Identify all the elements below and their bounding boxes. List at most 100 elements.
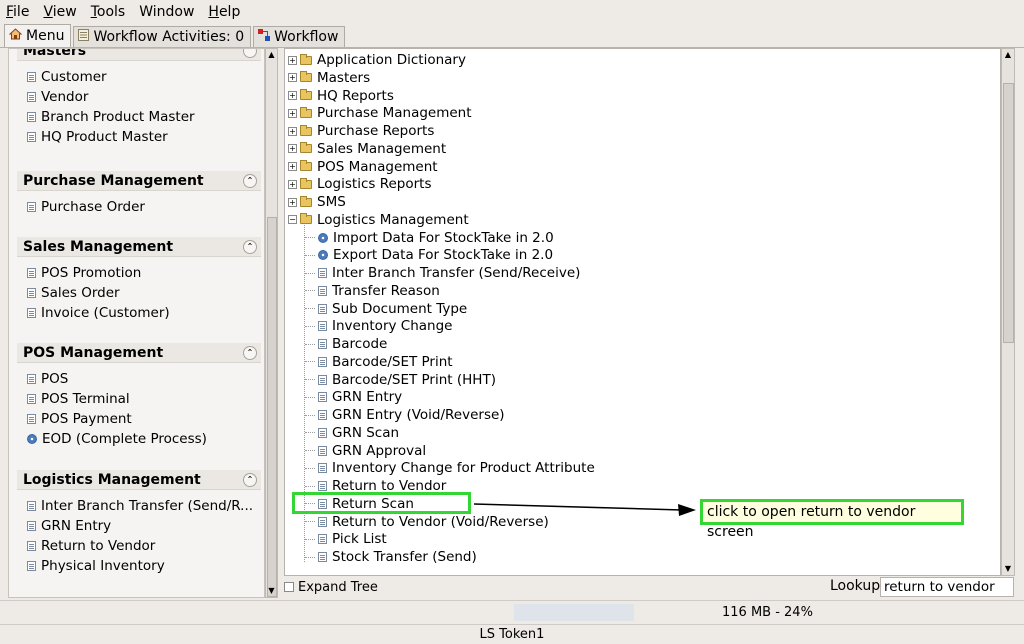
collapse-icon[interactable]: ⌃ bbox=[243, 345, 257, 360]
expand-icon[interactable]: + bbox=[288, 126, 297, 136]
tab-workflow[interactable]: Workflow bbox=[253, 26, 346, 47]
list-item[interactable]: Customer bbox=[27, 67, 261, 87]
menu-help[interactable]: Help bbox=[208, 4, 240, 20]
scrollbar-thumb[interactable] bbox=[267, 217, 277, 597]
tree-item[interactable]: Inventory Change for Product Attribute bbox=[305, 459, 595, 477]
list-item[interactable]: EOD (Complete Process) bbox=[27, 429, 261, 449]
tree-folder[interactable]: + Logistics Reports bbox=[288, 175, 431, 193]
tree-branch bbox=[305, 254, 315, 256]
section-header[interactable]: Purchase Management ⌃ bbox=[17, 171, 261, 191]
list-item[interactable]: GRN Entry bbox=[27, 516, 261, 536]
section-header[interactable]: Masters ⌃ bbox=[17, 49, 261, 61]
folder-icon bbox=[300, 106, 312, 118]
tree-item[interactable]: Inventory Change bbox=[305, 317, 452, 335]
tree-folder-expanded[interactable]: − Logistics Management bbox=[288, 211, 469, 229]
expand-icon[interactable]: + bbox=[288, 108, 297, 118]
tree-item[interactable]: Stock Transfer (Send) bbox=[305, 548, 477, 566]
tree-item[interactable]: GRN Entry (Void/Reverse) bbox=[305, 406, 505, 424]
tree-item[interactable]: GRN Approval bbox=[305, 442, 426, 460]
tab-menu[interactable]: Menu bbox=[4, 24, 72, 47]
section-header[interactable]: Sales Management ⌃ bbox=[17, 237, 261, 257]
list-item[interactable]: Invoice (Customer) bbox=[27, 303, 261, 323]
tree-branch bbox=[305, 272, 315, 274]
menu-view[interactable]: View bbox=[43, 4, 76, 20]
memory-bar[interactable] bbox=[514, 604, 634, 621]
collapse-icon[interactable]: ⌃ bbox=[243, 49, 257, 58]
tree-scrollbar[interactable]: ▲ ▼ bbox=[1001, 48, 1015, 576]
doc-icon bbox=[27, 112, 36, 122]
lookup-input[interactable] bbox=[880, 577, 1014, 597]
scroll-down-icon[interactable]: ▼ bbox=[1002, 563, 1014, 575]
doc-icon bbox=[318, 481, 327, 491]
menu-window[interactable]: Window bbox=[139, 4, 194, 20]
tree-folder[interactable]: + Purchase Management bbox=[288, 104, 472, 122]
tree-item[interactable]: Pick List bbox=[305, 530, 387, 548]
tree-item[interactable]: GRN Scan bbox=[305, 424, 399, 442]
scroll-down-icon[interactable]: ▼ bbox=[266, 585, 277, 597]
collapse-icon[interactable]: − bbox=[288, 215, 297, 225]
expand-icon[interactable]: + bbox=[288, 197, 297, 207]
tree-folder[interactable]: + Sales Management bbox=[288, 140, 446, 158]
collapse-icon[interactable]: ⌃ bbox=[243, 472, 257, 487]
list-item[interactable]: Return to Vendor bbox=[27, 536, 261, 556]
folder-icon bbox=[300, 160, 312, 171]
tree-item[interactable]: Export Data For StockTake in 2.0 bbox=[305, 246, 553, 264]
collapse-icon[interactable]: ⌃ bbox=[243, 173, 257, 188]
doc-icon bbox=[27, 521, 36, 531]
menu-tools[interactable]: Tools bbox=[91, 4, 126, 20]
folder-icon bbox=[300, 89, 312, 100]
doc-icon bbox=[27, 374, 36, 384]
expand-icon[interactable]: + bbox=[288, 162, 297, 171]
list-item[interactable]: POS Terminal bbox=[27, 389, 261, 409]
tree-folder[interactable]: + HQ Reports bbox=[288, 87, 394, 105]
tree-folder[interactable]: + Application Dictionary bbox=[288, 51, 466, 69]
scroll-up-icon[interactable]: ▲ bbox=[1002, 49, 1014, 61]
tab-workflow-activities-label: Workflow Activities: 0 bbox=[93, 29, 245, 45]
list-item[interactable]: Sales Order bbox=[27, 283, 261, 303]
list-item[interactable]: Purchase Order bbox=[27, 197, 261, 217]
collapse-icon[interactable]: ⌃ bbox=[243, 239, 257, 254]
gear-icon bbox=[27, 434, 37, 444]
list-item[interactable]: Physical Inventory bbox=[27, 556, 261, 576]
sidebar-scrollbar[interactable]: ▲ ▼ bbox=[265, 48, 278, 598]
tree-item[interactable]: Sub Document Type bbox=[305, 300, 467, 318]
tree-item[interactable]: Inter Branch Transfer (Send/Receive) bbox=[305, 264, 580, 282]
expand-icon[interactable]: + bbox=[288, 179, 297, 189]
section-purchase-management: Purchase Management ⌃ Purchase Order bbox=[17, 171, 261, 217]
list-item[interactable]: POS Payment bbox=[27, 409, 261, 429]
tree-item[interactable]: Transfer Reason bbox=[305, 282, 440, 300]
doc-icon bbox=[318, 392, 327, 403]
home-icon bbox=[8, 28, 23, 44]
list-item[interactable]: POS bbox=[27, 369, 261, 389]
tree-item[interactable]: Barcode bbox=[305, 335, 387, 353]
list-item[interactable]: POS Promotion bbox=[27, 263, 261, 283]
tab-workflow-activities[interactable]: Workflow Activities: 0 bbox=[73, 26, 252, 47]
section-header[interactable]: Logistics Management ⌃ bbox=[17, 470, 261, 490]
tree-branch bbox=[305, 396, 315, 398]
scrollbar-thumb[interactable] bbox=[1003, 83, 1014, 343]
tree-folder[interactable]: + Purchase Reports bbox=[288, 122, 434, 140]
expand-tree-checkbox[interactable] bbox=[284, 582, 294, 592]
tree-item[interactable]: GRN Entry bbox=[305, 388, 402, 406]
tree-folder[interactable]: + SMS bbox=[288, 193, 346, 211]
list-item[interactable]: Inter Branch Transfer (Send/R... bbox=[27, 496, 261, 516]
section-header[interactable]: POS Management ⌃ bbox=[17, 343, 261, 363]
tree-item[interactable]: Barcode/SET Print (HHT) bbox=[305, 371, 496, 389]
scroll-up-icon[interactable]: ▲ bbox=[266, 49, 277, 61]
tree-item[interactable]: Import Data For StockTake in 2.0 bbox=[305, 229, 554, 247]
footer: LS Token1 bbox=[0, 624, 1024, 644]
tree-folder[interactable]: + Masters bbox=[288, 69, 370, 87]
expand-icon[interactable]: + bbox=[288, 144, 297, 154]
list-item[interactable]: HQ Product Master bbox=[27, 127, 261, 147]
expand-icon[interactable]: + bbox=[288, 73, 297, 83]
folder-icon bbox=[300, 195, 312, 207]
tree-item[interactable]: Barcode/SET Print bbox=[305, 353, 453, 371]
expand-icon[interactable]: + bbox=[288, 91, 297, 100]
list-item[interactable]: Branch Product Master bbox=[27, 107, 261, 127]
workflow-icon bbox=[258, 29, 271, 45]
menu-file[interactable]: File bbox=[6, 4, 29, 20]
list-item[interactable]: Vendor bbox=[27, 87, 261, 107]
tree-folder[interactable]: + POS Management bbox=[288, 158, 438, 176]
annotation-callout: click to open return to vendor screen bbox=[700, 499, 964, 540]
expand-icon[interactable]: + bbox=[288, 55, 297, 65]
